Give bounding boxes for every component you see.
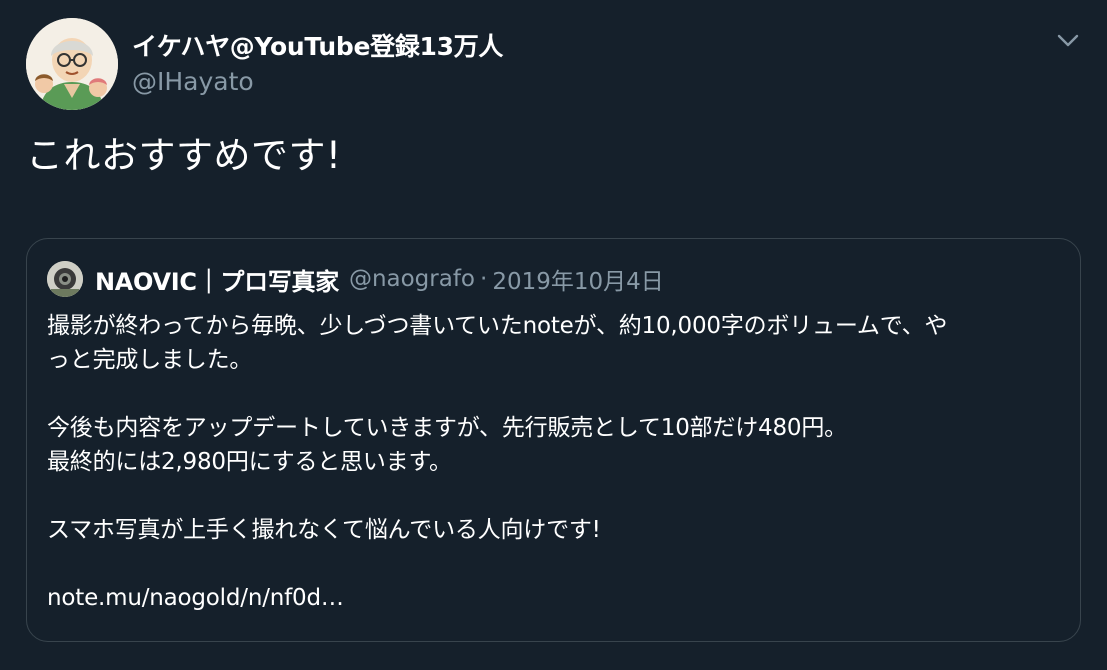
- quoted-author-handle: @naografo: [348, 266, 475, 292]
- chevron-down-icon[interactable]: [1053, 28, 1083, 52]
- quoted-link[interactable]: note.mu/naogold/n/nf0d…: [47, 585, 344, 611]
- quoted-line: スマホ写真が上手く撮れなくて悩んでいる人向けです!: [47, 517, 601, 543]
- quoted-line: 撮影が終わってから毎晩、少しづつ書いていたnoteが、約10,000字のボリュー…: [47, 313, 948, 339]
- quoted-separator: ·: [480, 266, 488, 292]
- tweet: イケハヤ@YouTube登録13万人 @IHayato これおすすめです! NA…: [0, 0, 1107, 670]
- quoted-paragraph-4: note.mu/naogold/n/nf0d…: [47, 581, 1057, 615]
- quoted-tweet-header: NAOVIC｜プロ写真家 @naografo · 2019年10月4日: [47, 261, 664, 297]
- quoted-tweet-date: 2019年10月4日: [492, 269, 664, 295]
- quoted-paragraph-3: スマホ写真が上手く撮れなくて悩んでいる人向けです!: [47, 513, 1057, 547]
- quoted-paragraph-2: 今後も内容をアップデートしていきますが、先行販売として10部だけ480円。 最終…: [47, 411, 1057, 479]
- quoted-line: 今後も内容をアップデートしていきますが、先行販売として10部だけ480円。: [47, 415, 847, 441]
- quoted-author-display-name: NAOVIC｜プロ写真家: [95, 267, 339, 296]
- tweet-header: イケハヤ@YouTube登録13万人 @IHayato: [26, 18, 503, 110]
- tweet-text: これおすすめです!: [26, 134, 342, 177]
- quoted-line: っと完成しました。: [47, 347, 253, 373]
- author-names: イケハヤ@YouTube登録13万人 @IHayato: [132, 29, 503, 99]
- quoted-line: 最終的には2,980円にすると思います。: [47, 449, 452, 475]
- author-avatar[interactable]: [26, 18, 118, 110]
- quoted-tweet-body: 撮影が終わってから毎晩、少しづつ書いていたnoteが、約10,000字のボリュー…: [47, 309, 1057, 615]
- quoted-tweet-card[interactable]: NAOVIC｜プロ写真家 @naografo · 2019年10月4日 撮影が終…: [26, 238, 1081, 642]
- quoted-author-avatar: [47, 261, 83, 297]
- author-display-name[interactable]: イケハヤ@YouTube登録13万人: [132, 29, 503, 65]
- author-handle[interactable]: @IHayato: [132, 65, 503, 99]
- quoted-paragraph-1: 撮影が終わってから毎晩、少しづつ書いていたnoteが、約10,000字のボリュー…: [47, 309, 1057, 377]
